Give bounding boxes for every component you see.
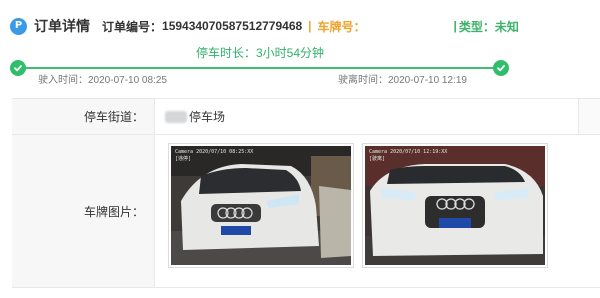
detail-table: 停车街道： 停车场 车牌图片： Camera 2020/07/10 08:25:…	[12, 98, 600, 288]
order-header: P 订单详情 订单编号： 15943407058751277946​8 | 车牌…	[10, 14, 519, 38]
leave-time: 驶离时间：2020-07-10 12:19	[338, 75, 467, 86]
table-row: 车牌图片： Camera 2020/07/10 08:25:XX [违停] Ca…	[12, 135, 600, 288]
redacted-text	[165, 110, 187, 123]
order-number-label: 订单编号：	[102, 19, 163, 34]
timeline-track	[18, 67, 502, 69]
plate-photo-1[interactable]: Camera 2020/07/10 08:25:XX [违停]	[168, 143, 354, 268]
table-row: 停车街道： 停车场	[12, 98, 600, 135]
street-value: 停车场	[155, 99, 578, 134]
parking-p-icon: P	[10, 17, 27, 35]
order-number-value: 15943407058751277946​8	[162, 19, 303, 33]
separator: |	[453, 19, 457, 33]
parking-duration: 停车时长：3小时54分钟	[195, 46, 325, 60]
separator: |	[308, 19, 312, 33]
enter-time: 驶入时间：2020-07-10 08:25	[38, 75, 167, 86]
plate-number-label: 车牌号：	[317, 19, 366, 34]
check-icon	[10, 60, 26, 76]
photo-timestamp: Camera 2020/07/10 08:25:XX [违停]	[175, 149, 254, 162]
table-cell-empty	[578, 99, 600, 134]
street-label: 停车街道：	[12, 99, 155, 134]
plate-photos: Camera 2020/07/10 08:25:XX [违停] Camera 2…	[155, 135, 600, 287]
plate-photo-2[interactable]: Camera 2020/07/10 12:19:XX [驶离]	[362, 143, 548, 268]
plate-photo-label: 车牌图片：	[12, 135, 155, 287]
page-title: 订单详情	[34, 18, 90, 34]
street-name: 停车场	[189, 110, 226, 124]
check-icon	[493, 60, 509, 76]
vehicle-type: 类型：未知	[458, 19, 519, 34]
photo-timestamp: Camera 2020/07/10 12:19:XX [驶离]	[369, 149, 448, 162]
